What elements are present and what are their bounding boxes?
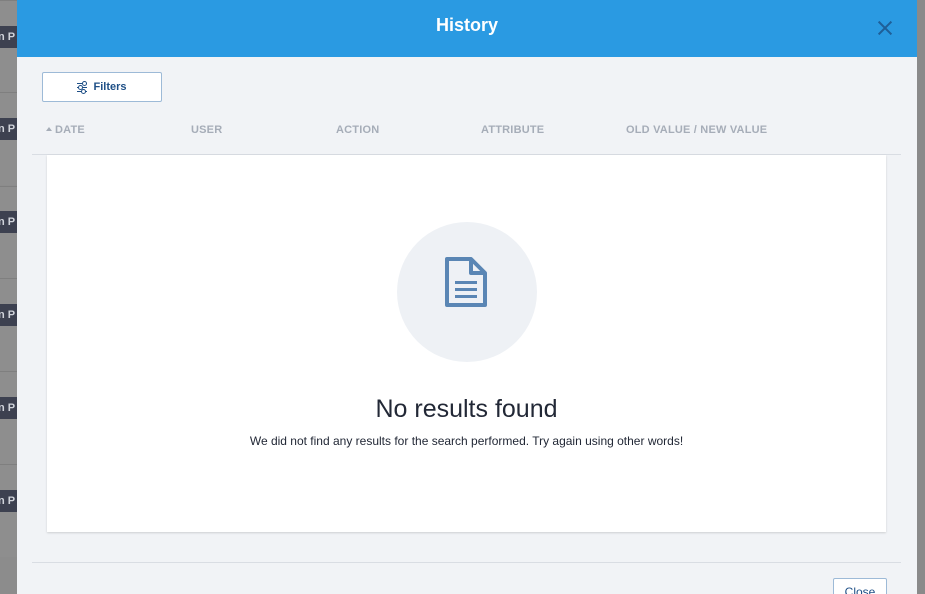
background-scroll-edge [917,0,925,594]
column-label: DATE [55,124,85,136]
filters-label: Filters [93,81,127,93]
column-header-old-new-value[interactable]: OLD VALUE / NEW VALUE [626,124,767,136]
empty-state-title: No results found [375,395,558,423]
background-tag: n P [0,211,18,233]
sliders-icon [77,81,88,94]
background-tag: n P [0,304,18,326]
column-header-action[interactable]: ACTION [336,124,379,136]
background-tag: n P [0,490,18,512]
modal-header: History [17,0,917,57]
background-tag: n P [0,118,18,140]
empty-state-card: No results found We did not find any res… [47,155,886,532]
close-button[interactable]: Close [833,578,887,594]
empty-state-message: We did not find any results for the sear… [249,434,684,448]
background-tag: n P [0,397,18,419]
filters-button[interactable]: Filters [42,72,162,102]
modal-title: History [435,15,498,35]
empty-state-icon-circle [397,222,537,362]
history-modal: History Filters DATE USER ACTION ATTRIBU… [17,0,917,594]
sort-ascending-icon [46,127,52,131]
background-tag: n P [0,26,18,48]
document-icon [445,257,487,307]
column-header-date[interactable]: DATE [46,124,85,136]
column-header-user[interactable]: USER [191,124,222,136]
close-icon[interactable] [877,20,893,36]
footer-divider [32,562,901,563]
column-header-attribute[interactable]: ATTRIBUTE [481,124,544,136]
table-header: DATE USER ACTION ATTRIBUTE OLD VALUE / N… [32,118,901,155]
